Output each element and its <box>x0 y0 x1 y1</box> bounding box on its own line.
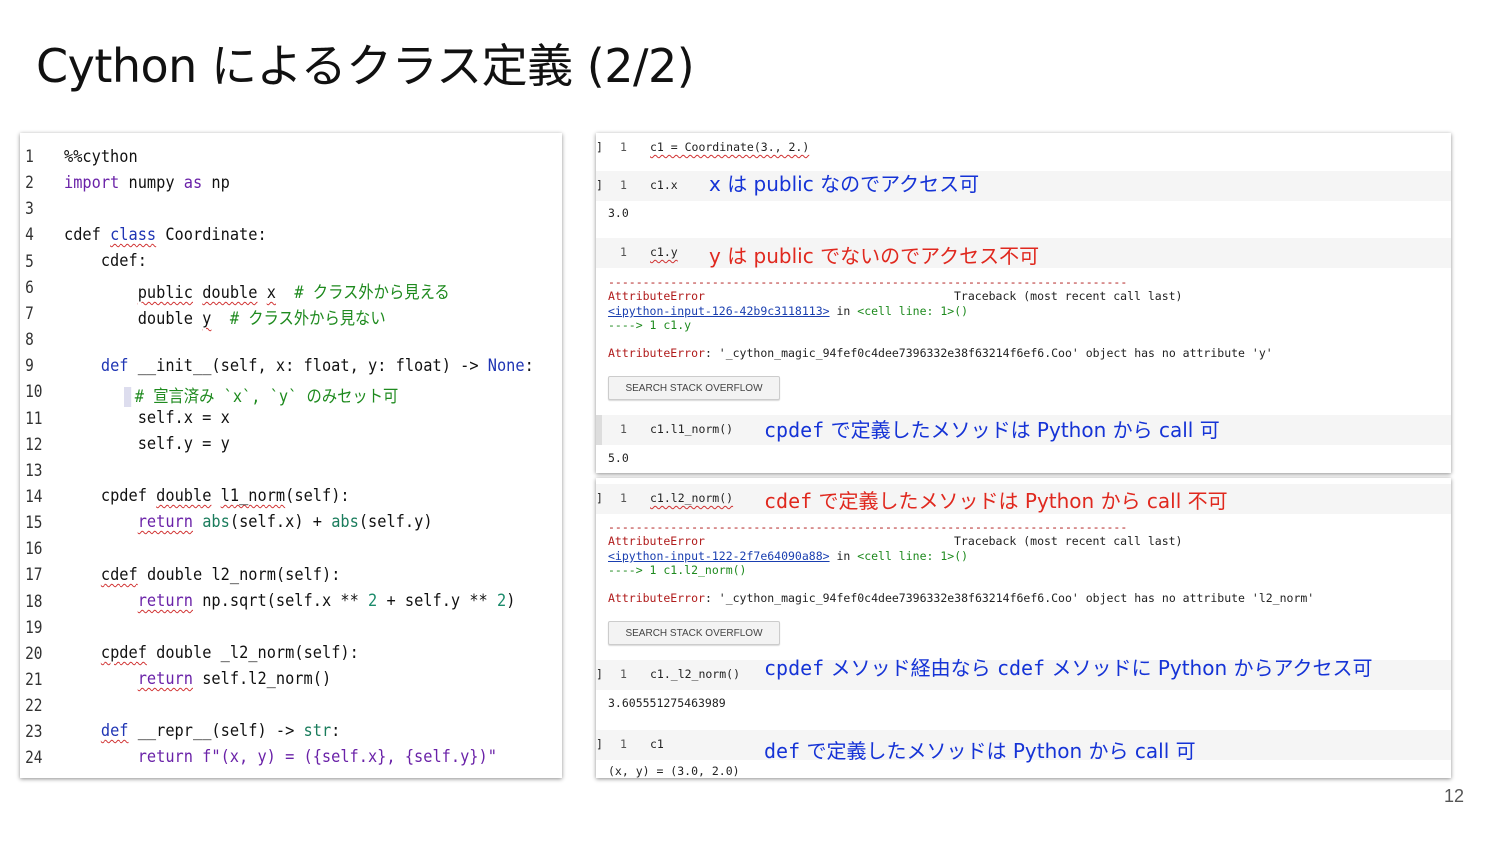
traceback-link-row: <ipython-input-126-42b9c3118113> in <cel… <box>608 304 969 318</box>
traceback2-arrow: ----> 1 c1.l2_norm() <box>608 563 747 577</box>
cell-source: c1 = Coordinate(3., 2.) <box>650 140 810 154</box>
line-number: 5 <box>25 251 34 272</box>
note-cpdef-callable: cpdef で定義したメソッドは Python から call 可 <box>764 418 1220 442</box>
code-line-7: double y # クラス外から見ない <box>64 309 386 329</box>
code-line-18: return np.sqrt(self.x ** 2 + self.y ** 2… <box>137 591 516 611</box>
code-line-4: cdef class Coordinate: <box>64 225 267 245</box>
code-line-9: def __init__(self, x: float, y: float) -… <box>100 356 534 376</box>
code-line-6: public double x # クラス外から見える <box>137 283 450 303</box>
line-number: 12 <box>25 434 43 455</box>
code-line-23: def __repr__(self) -> str: <box>100 721 341 741</box>
code-line-10: # 宣言済み `x`, `y` のみセット可 <box>124 382 398 407</box>
line-number: 21 <box>25 670 43 690</box>
error2-name: AttributeError <box>608 534 705 548</box>
line-number: 24 <box>25 748 43 769</box>
note-def-callable: def で定義したメソッドは Python から call 可 <box>764 739 1196 763</box>
line-number: 10 <box>25 382 43 403</box>
code-editor-panel: %%cython import numpy as np cdef class C… <box>20 133 562 778</box>
error-separator: ----------------------------------------… <box>608 275 1128 289</box>
cell-2-output: 3.0 <box>608 206 629 220</box>
line-number: 14 <box>25 486 43 507</box>
ipython-input-link[interactable]: <ipython-input-126-42b9c3118113> <box>608 304 830 318</box>
error2-message: AttributeError: '_cython_magic_94fef0c4d… <box>608 591 1315 605</box>
line-number: 20 <box>25 643 43 664</box>
line-number: 16 <box>25 539 43 560</box>
note-cdef-not-callable: cdef で定義したメソッドは Python から call 不可 <box>764 489 1228 513</box>
line-number: 2 <box>25 173 34 194</box>
notebook-output-panel-bottom: ] 1 c1.l2_norm() ------------------------… <box>596 478 1451 778</box>
traceback-label: Traceback (most recent call last) <box>954 289 1183 303</box>
line-number: 1 <box>25 147 34 167</box>
code-line-17: cdef double l2_norm(self): <box>100 565 341 585</box>
note-x-public: x は public なのでアクセス可 <box>709 172 980 196</box>
code-line-11: self.x = x <box>64 408 230 428</box>
line-number: 3 <box>25 199 34 220</box>
slide-title: Cython によるクラス定義 (2/2) <box>36 39 695 93</box>
note-y-not-public: y は public でないのでアクセス不可 <box>709 244 1040 268</box>
page-number: 12 <box>1443 786 1464 806</box>
search-stack-overflow-button-2[interactable]: SEARCH STACK OVERFLOW <box>608 621 780 645</box>
error2-separator: ----------------------------------------… <box>608 520 1128 534</box>
code-line-14: cpdef double l1_norm(self): <box>100 486 350 506</box>
line-number: 15 <box>25 513 43 534</box>
code-line-20: cpdef double _l2_norm(self): <box>100 643 359 663</box>
line-number: 4 <box>25 225 34 246</box>
error-name: AttributeError <box>608 289 705 303</box>
line-number: 13 <box>25 460 43 481</box>
code-line-21: return self.l2_norm() <box>137 669 332 689</box>
code-line-2: import numpy as np <box>64 173 230 193</box>
cursor-marker <box>124 387 132 407</box>
cell-4-output: 5.0 <box>608 451 629 465</box>
line-number: 11 <box>25 408 43 429</box>
cell-6-output: 3.605551275463989 <box>608 696 726 710</box>
cell-7-output: (x, y) = (3.0, 2.0) <box>608 764 740 778</box>
line-number: 23 <box>25 722 43 743</box>
traceback-arrow: ----> 1 c1.y <box>608 318 692 332</box>
note-cpdef-via-access: cpdef メソッド経由なら cdef メソッドに Python からアクセス可 <box>764 656 1373 680</box>
line-number: 19 <box>25 617 43 638</box>
error-message: AttributeError: '_cython_magic_94fef0c4d… <box>608 346 1273 360</box>
line-number: 7 <box>25 303 34 324</box>
traceback2-link-row: <ipython-input-122-2f7e64090a88> in <cel… <box>608 549 969 563</box>
code-line-24: return f"(x, y) = ({self.x}, {self.y})" <box>64 747 497 767</box>
code-line-15: return abs(self.x) + abs(self.y) <box>137 512 433 532</box>
line-number: 6 <box>25 277 34 298</box>
line-number: 18 <box>25 591 43 612</box>
line-number: 22 <box>25 696 43 717</box>
search-stack-overflow-button[interactable]: SEARCH STACK OVERFLOW <box>608 376 780 400</box>
line-number: 8 <box>25 330 34 351</box>
line-number: 9 <box>25 356 34 377</box>
code-line-5: cdef: <box>64 251 147 271</box>
notebook-cell-1[interactable]: ] 1 c1 = Coordinate(3., 2.) <box>596 133 1451 163</box>
code-line-12: self.y = y <box>64 434 230 454</box>
line-number: 17 <box>25 565 43 586</box>
ipython-input-link-2[interactable]: <ipython-input-122-2f7e64090a88> <box>608 549 830 563</box>
traceback2-label: Traceback (most recent call last) <box>954 534 1183 548</box>
code-line-1: %%cython <box>64 147 138 167</box>
